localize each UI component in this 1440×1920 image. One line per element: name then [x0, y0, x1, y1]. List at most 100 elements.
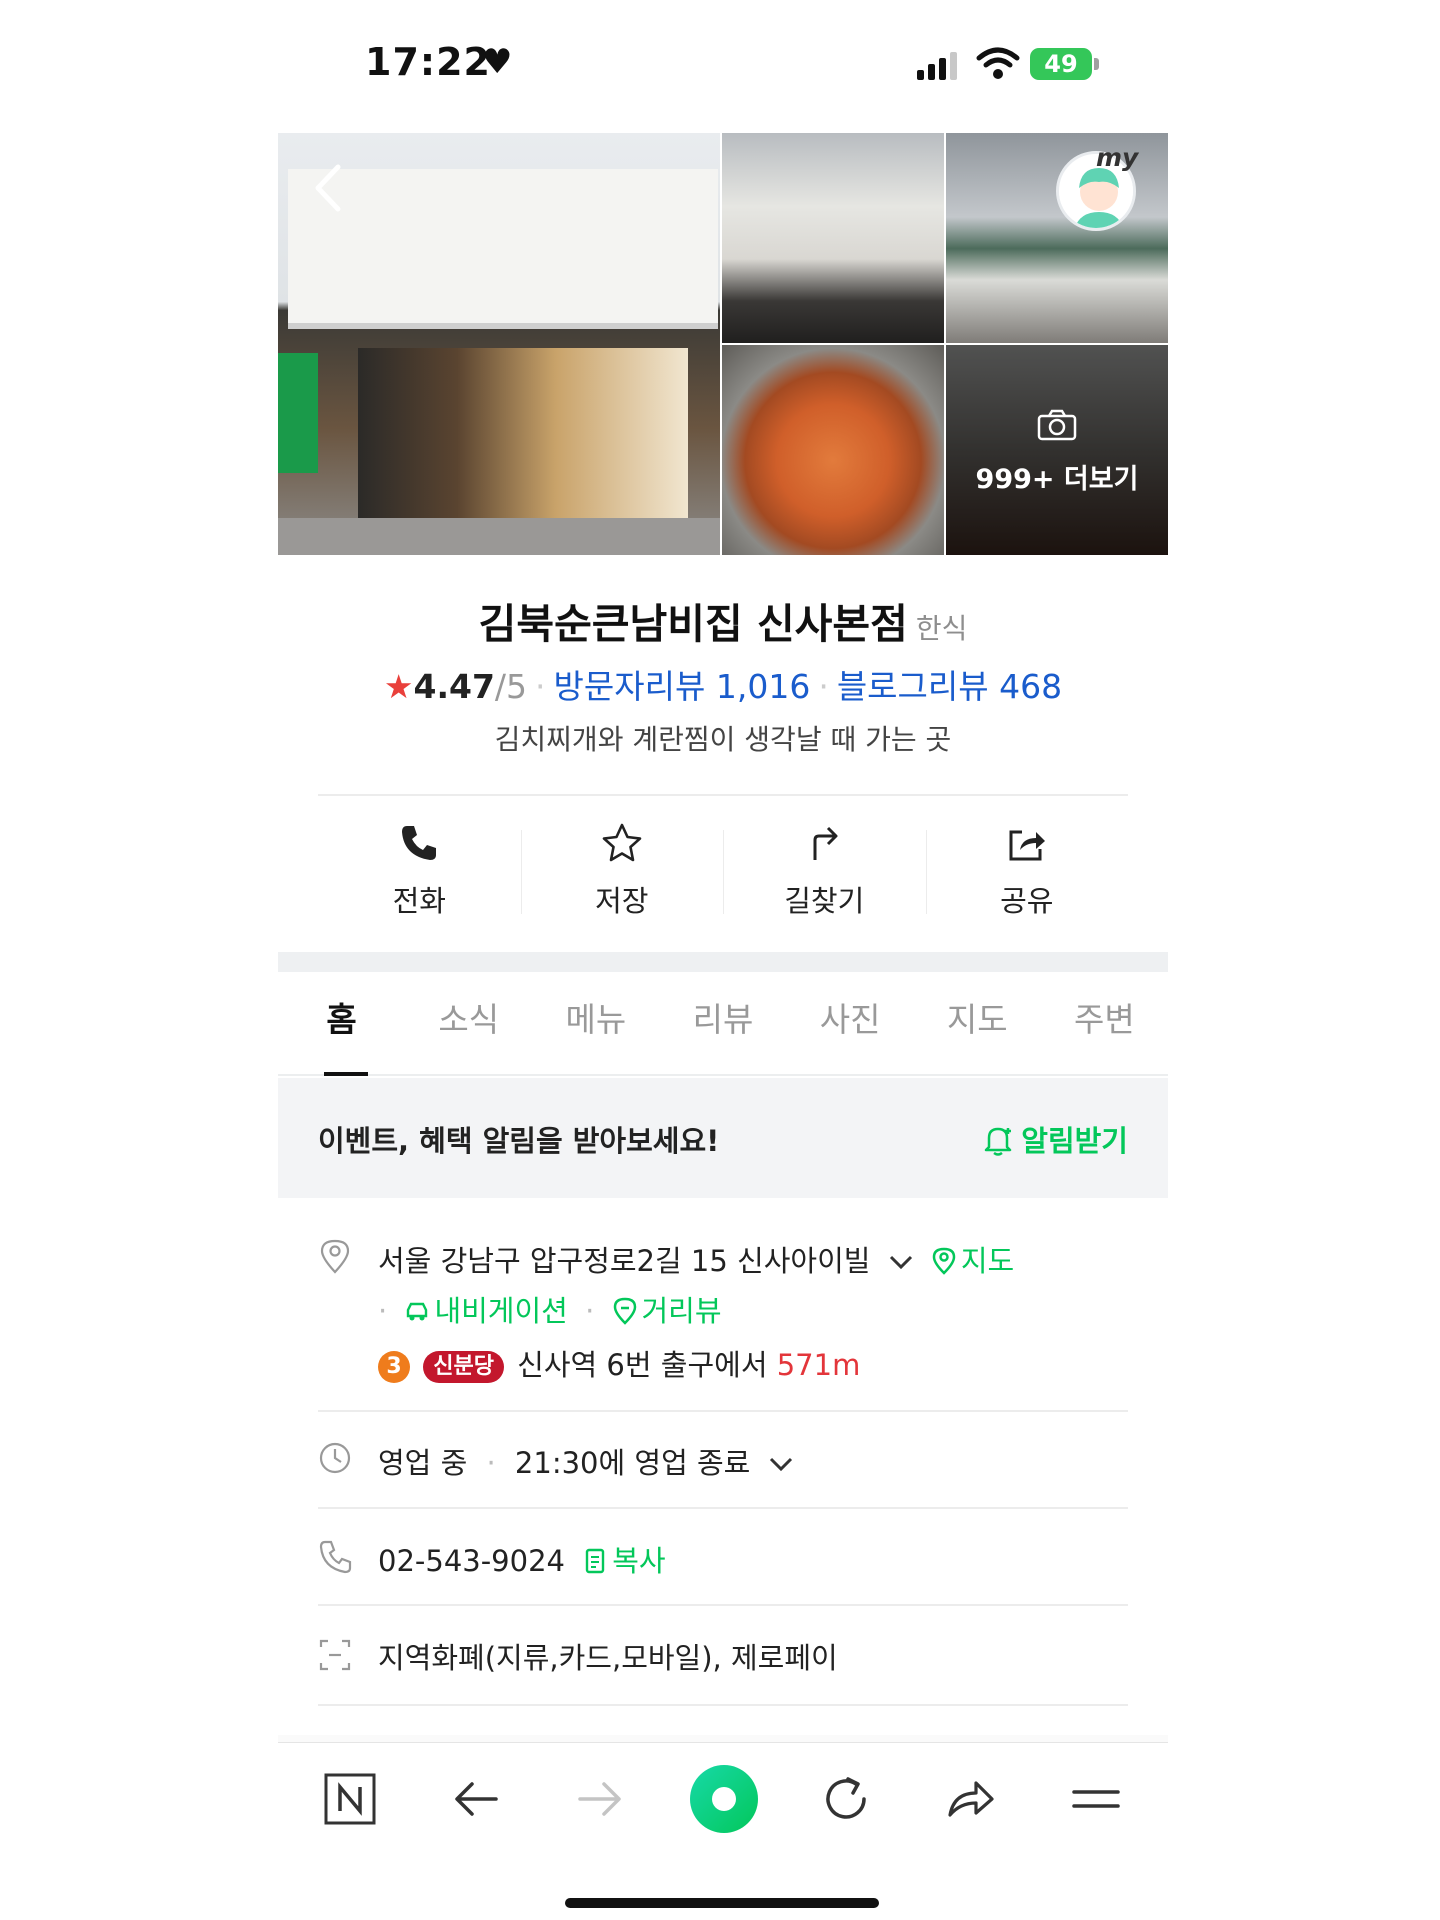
back-chevron-icon[interactable] — [310, 163, 344, 213]
divider — [318, 1507, 1128, 1509]
tab-home[interactable]: 홈 — [278, 990, 405, 1076]
address-text: 서울 강남구 압구정로2길 15 신사아이빌 — [378, 1244, 871, 1278]
save-label: 저장 — [595, 884, 649, 918]
navigation-car-icon — [407, 1302, 428, 1321]
phone-icon — [402, 826, 437, 860]
call-button[interactable]: 전화 — [318, 822, 521, 922]
more-photos-label: 999+ 더보기 — [975, 464, 1139, 495]
directions-button[interactable]: 길찾기 — [723, 822, 926, 922]
directions-icon — [813, 826, 838, 860]
photo-gallery[interactable]: 999+ 더보기 my — [278, 133, 1168, 555]
camera-icon — [1037, 409, 1077, 441]
tab-nearby[interactable]: 주변 — [1041, 990, 1168, 1074]
rating-max: /5 — [494, 667, 528, 706]
divider — [318, 1604, 1128, 1606]
more-photos-button[interactable]: 999+ 더보기 — [946, 345, 1168, 555]
map-pin-icon — [932, 1247, 956, 1275]
navigation-link[interactable]: 내비게이션 — [404, 1294, 568, 1328]
heart-icon: ♥ — [482, 42, 513, 82]
share-icon — [1009, 830, 1045, 861]
subway-line-name-badge: 신분당 — [423, 1351, 504, 1383]
menu-icon[interactable] — [1068, 1771, 1124, 1827]
map-link[interactable]: 지도 — [931, 1244, 1014, 1278]
place-title: 김북순큰남비집 신사본점 한식 — [278, 590, 1168, 650]
copy-phone-button[interactable]: 복사 — [584, 1544, 666, 1578]
subscribe-alerts-button[interactable]: 알림받기 — [981, 1118, 1128, 1160]
home-indicator[interactable] — [565, 1898, 879, 1908]
tab-news[interactable]: 소식 — [405, 990, 532, 1074]
separator-dot: · — [818, 667, 829, 706]
rating-value: 4.47 — [413, 667, 495, 706]
address-section: 서울 강남구 압구정로2길 15 신사아이빌 지도 · 내비게이션 · 거리뷰 … — [318, 1238, 1128, 1388]
phone-number[interactable]: 02-543-9024 — [378, 1544, 565, 1578]
call-label: 전화 — [392, 884, 446, 918]
streetview-label: 거리뷰 — [641, 1294, 722, 1328]
cellular-signal-icon — [917, 52, 957, 80]
divider — [318, 1704, 1128, 1706]
payment-scan-icon — [319, 1639, 351, 1671]
location-pin-icon — [320, 1239, 350, 1274]
share-label: 공유 — [1000, 884, 1054, 918]
battery-tip — [1094, 58, 1099, 70]
refresh-icon[interactable] — [818, 1771, 874, 1827]
hours-detail: 21:30에 영업 종료 — [514, 1446, 751, 1480]
status-bar: 17:22 ♥ 49 — [0, 0, 1440, 130]
share-button[interactable]: 공유 — [925, 822, 1129, 922]
photo-thumbnail[interactable] — [722, 345, 944, 555]
subway-exit-text: 신사역 6번 출구에서 — [517, 1348, 768, 1382]
subscribe-alerts-label: 알림받기 — [1021, 1124, 1128, 1158]
visitor-reviews-link[interactable]: 방문자리뷰 1,016 — [554, 667, 811, 706]
chevron-down-icon[interactable] — [886, 1251, 916, 1273]
directions-label: 길찾기 — [784, 884, 865, 918]
notification-banner: 이벤트, 혜택 알림을 받아보세요! 알림받기 — [278, 1078, 1168, 1198]
divider — [318, 1410, 1128, 1412]
main-storefront-photo[interactable] — [278, 133, 720, 555]
browser-bottom-bar — [278, 1742, 1168, 1852]
save-button[interactable]: 저장 — [520, 822, 724, 922]
subway-line-number-badge: 3 — [378, 1351, 410, 1383]
place-name: 김북순큰남비집 신사본점 — [478, 600, 908, 648]
photo-detail — [278, 353, 318, 473]
tab-reviews[interactable]: 리뷰 — [659, 990, 786, 1074]
tab-bar: 홈 소식 메뉴 리뷰 사진 지도 주변 — [278, 990, 1168, 1076]
streetview-icon — [613, 1297, 636, 1325]
tab-map[interactable]: 지도 — [914, 990, 1041, 1074]
notice-text: 이벤트, 혜택 알림을 받아보세요! — [318, 1124, 720, 1158]
bell-icon — [985, 1127, 1012, 1156]
green-dot-icon[interactable] — [688, 1763, 760, 1835]
phone-outline-icon — [319, 1540, 352, 1574]
bullet-dot: · — [378, 1294, 388, 1328]
back-arrow-icon[interactable] — [448, 1771, 504, 1827]
section-divider-band — [278, 952, 1168, 972]
map-link-label: 지도 — [960, 1244, 1015, 1278]
place-category: 한식 — [915, 612, 968, 645]
naver-home-icon[interactable] — [322, 1771, 378, 1827]
subway-distance: 571m — [776, 1348, 861, 1382]
forward-arrow-icon[interactable] — [572, 1771, 628, 1827]
store-sign-image — [288, 169, 718, 329]
rating-row: ★4.47/5 · 방문자리뷰 1,016 · 블로그리뷰 468 — [278, 660, 1168, 708]
status-time: 17:22 — [365, 40, 491, 84]
photo-detail — [358, 348, 688, 518]
bullet-dot: · — [585, 1294, 595, 1328]
separator-dot: · — [535, 667, 546, 706]
place-description: 김치찌개와 계란찜이 생각날 때 가는 곳 — [494, 723, 952, 756]
copy-label: 복사 — [612, 1544, 666, 1578]
navigation-label: 내비게이션 — [434, 1294, 568, 1328]
share-arrow-icon[interactable] — [942, 1771, 998, 1827]
tab-photos[interactable]: 사진 — [787, 990, 914, 1074]
separator-dot: · — [486, 1446, 496, 1480]
battery-indicator: 49 — [1030, 48, 1092, 80]
phone-row: 02-543-9024 복사 — [318, 1538, 1128, 1588]
streetview-link[interactable]: 거리뷰 — [612, 1294, 722, 1328]
hours-row[interactable]: 영업 중 · 21:30에 영업 종료 — [318, 1440, 1128, 1490]
photo-detail — [278, 518, 720, 555]
my-label: my — [1096, 143, 1139, 172]
photo-thumbnail[interactable] — [722, 133, 944, 343]
wifi-icon — [976, 47, 1020, 79]
chevron-down-icon[interactable] — [766, 1453, 796, 1475]
tab-menu[interactable]: 메뉴 — [532, 990, 659, 1074]
star-icon — [602, 823, 642, 862]
blog-reviews-link[interactable]: 블로그리뷰 468 — [837, 667, 1062, 706]
star-icon: ★ — [383, 667, 414, 706]
